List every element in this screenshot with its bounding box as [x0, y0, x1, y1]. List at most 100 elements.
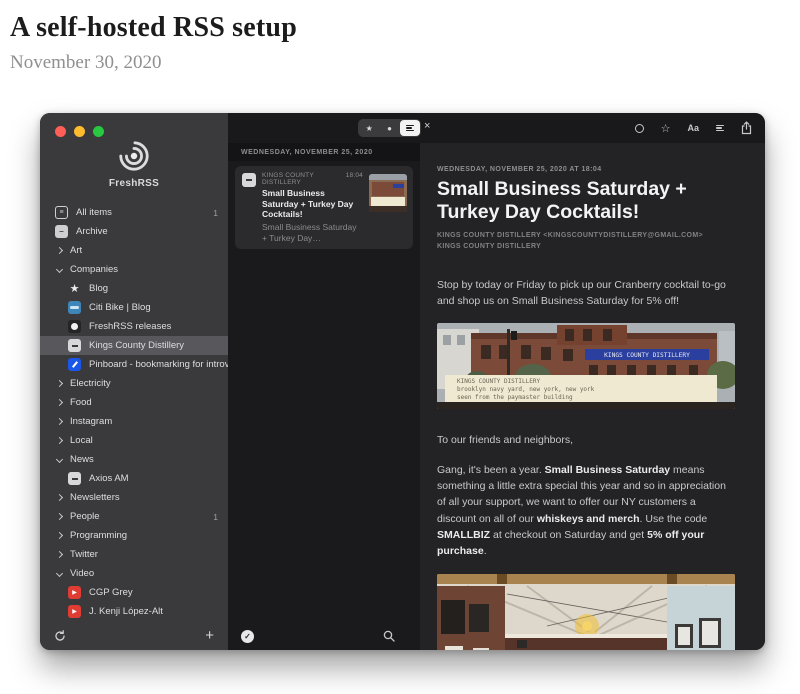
chevron-right-icon: [56, 380, 63, 387]
sidebar-item-archive[interactable]: – Archive: [40, 222, 228, 241]
toolbar: ★ ● × ☆ Aa: [228, 113, 765, 143]
app-name: FreshRSS: [109, 178, 159, 189]
github-feed-icon: [68, 320, 81, 333]
chevron-right-icon: [56, 513, 63, 520]
sidebar-footer: +: [40, 621, 228, 650]
sidebar: FreshRSS ≡ All items 1 – Archive Art Com…: [40, 113, 228, 650]
freshrss-logo-icon: [117, 139, 151, 173]
chevron-down-icon: [56, 570, 63, 577]
share-icon[interactable]: [741, 121, 752, 135]
main-area: ★ ● × ☆ Aa: [228, 113, 765, 650]
kings-county-feed-icon: [68, 339, 81, 352]
sidebar-feed-pinboard[interactable]: Pinboard - bookmarking for introverts: [40, 355, 228, 374]
close-window-button[interactable]: [55, 126, 66, 137]
item-thumbnail: [369, 174, 407, 212]
page-title: A self-hosted RSS setup: [10, 12, 800, 44]
sidebar-feed-blog[interactable]: ★ Blog: [40, 279, 228, 298]
sidebar-nav: ≡ All items 1 – Archive Art Companies ★ …: [40, 203, 228, 621]
sidebar-group-instagram[interactable]: Instagram: [40, 412, 228, 431]
sidebar-feed-citibike[interactable]: Citi Bike | Blog: [40, 298, 228, 317]
article-pane: WEDNESDAY, NOVEMBER 25, 2020 AT 18:04 Sm…: [420, 143, 765, 650]
unread-count: 1: [213, 208, 218, 218]
toolbar-right-icons: ☆ Aa: [635, 113, 752, 143]
sidebar-group-art[interactable]: Art: [40, 241, 228, 260]
sidebar-group-electricity[interactable]: Electricity: [40, 374, 228, 393]
list-footer: ✓: [228, 622, 420, 650]
axios-feed-icon: [68, 472, 81, 485]
svg-text:brooklyn navy yard, new york,: brooklyn navy yard, new york, new york: [457, 386, 595, 393]
svg-text:seen from the paymaster buildi: seen from the paymaster building: [457, 394, 573, 401]
article-image-interior: [437, 574, 735, 650]
minimize-window-button[interactable]: [74, 126, 85, 137]
search-icon[interactable]: [383, 630, 395, 642]
sidebar-group-news[interactable]: News: [40, 450, 228, 469]
item-preview: Small Business Saturday + Turkey Day Coc…: [262, 222, 363, 243]
text-align-icon[interactable]: [716, 125, 724, 132]
sidebar-group-newsletters[interactable]: Newsletters: [40, 488, 228, 507]
close-article-button[interactable]: ×: [424, 120, 430, 132]
article-list-item[interactable]: KINGS COUNTY DISTILLERY 18:04 Small Busi…: [235, 166, 413, 249]
sidebar-group-programming[interactable]: Programming: [40, 526, 228, 545]
article-paragraph: Gang, it's been a year. Small Business S…: [437, 462, 737, 560]
youtube-feed-icon: ▶: [68, 586, 81, 599]
article-image-building: KINGS COUNTY DISTILLERY KINGS COUNTY DIS…: [437, 323, 735, 409]
window-controls: [40, 113, 228, 137]
zoom-window-button[interactable]: [93, 126, 104, 137]
chevron-down-icon: [56, 456, 63, 463]
filter-all-tab[interactable]: [400, 120, 420, 136]
sidebar-feed-freshrss-releases[interactable]: FreshRSS releases: [40, 317, 228, 336]
sidebar-group-local[interactable]: Local: [40, 431, 228, 450]
chevron-right-icon: [56, 399, 63, 406]
svg-text:KINGS COUNTY DISTILLERY: KINGS COUNTY DISTILLERY: [457, 378, 540, 385]
pinboard-feed-icon: [68, 358, 81, 371]
article-paragraph: To our friends and neighbors,: [437, 432, 737, 448]
sidebar-item-all-items[interactable]: ≡ All items 1: [40, 203, 228, 222]
mark-all-read-icon[interactable]: ✓: [241, 630, 254, 643]
chevron-right-icon: [56, 418, 63, 425]
text-format-icon[interactable]: Aa: [687, 123, 699, 133]
chevron-right-icon: [56, 247, 63, 254]
refresh-icon[interactable]: [54, 630, 66, 642]
sidebar-group-video[interactable]: Video: [40, 564, 228, 583]
sidebar-feed-axios-am[interactable]: Axios AM: [40, 469, 228, 488]
article-paragraph: Stop by today or Friday to pick up our C…: [437, 277, 737, 310]
sidebar-group-people[interactable]: People 1: [40, 507, 228, 526]
filter-starred-tab[interactable]: ★: [359, 120, 379, 136]
chevron-down-icon: [56, 266, 63, 273]
kings-county-feed-icon: [242, 173, 256, 187]
freshrss-window: FreshRSS ≡ All items 1 – Archive Art Com…: [40, 113, 765, 650]
mark-unread-icon[interactable]: [635, 124, 644, 133]
all-items-icon: ≡: [55, 206, 68, 219]
article-date: WEDNESDAY, NOVEMBER 25, 2020 AT 18:04: [437, 166, 737, 173]
sidebar-group-food[interactable]: Food: [40, 393, 228, 412]
sidebar-feed-kenji[interactable]: ▶ J. Kenji López-Alt: [40, 602, 228, 621]
article-title: Small Business Saturday + Turkey Day Coc…: [437, 178, 737, 224]
page-date: November 30, 2020: [10, 52, 800, 74]
favorite-star-icon[interactable]: ☆: [661, 122, 671, 135]
youtube-feed-icon: ▶: [68, 605, 81, 618]
star-icon: ★: [366, 124, 373, 133]
unread-count: 1: [213, 512, 218, 522]
item-time: 18:04: [342, 172, 363, 186]
article-feed-name: KINGS COUNTY DISTILLERY: [437, 242, 737, 253]
list-lines-icon: [406, 125, 414, 132]
archive-icon: –: [55, 225, 68, 238]
sidebar-group-companies[interactable]: Companies: [40, 260, 228, 279]
article-author: KINGS COUNTY DISTILLERY <KINGSCOUNTYDIST…: [437, 231, 737, 242]
star-feed-icon: ★: [68, 282, 81, 295]
chevron-right-icon: [56, 437, 63, 444]
citibike-feed-icon: [68, 301, 81, 314]
filter-unread-tab[interactable]: ●: [379, 120, 399, 136]
chevron-right-icon: [56, 532, 63, 539]
app-logo: FreshRSS: [40, 139, 228, 189]
sidebar-feed-cgp-grey[interactable]: ▶ CGP Grey: [40, 583, 228, 602]
blog-header: A self-hosted RSS setup November 30, 202…: [0, 0, 800, 74]
add-feed-button[interactable]: +: [205, 627, 214, 644]
sidebar-feed-kings-county-distillery[interactable]: Kings County Distillery: [40, 336, 228, 355]
filter-segmented-control: ★ ●: [358, 119, 421, 137]
article-list-pane: WEDNESDAY, NOVEMBER 25, 2020 KINGS COUNT…: [228, 143, 420, 650]
sidebar-group-twitter[interactable]: Twitter: [40, 545, 228, 564]
svg-text:KINGS COUNTY DISTILLERY: KINGS COUNTY DISTILLERY: [604, 352, 690, 359]
item-feed-name: KINGS COUNTY DISTILLERY: [262, 172, 342, 186]
list-date-header: WEDNESDAY, NOVEMBER 25, 2020: [228, 143, 420, 161]
